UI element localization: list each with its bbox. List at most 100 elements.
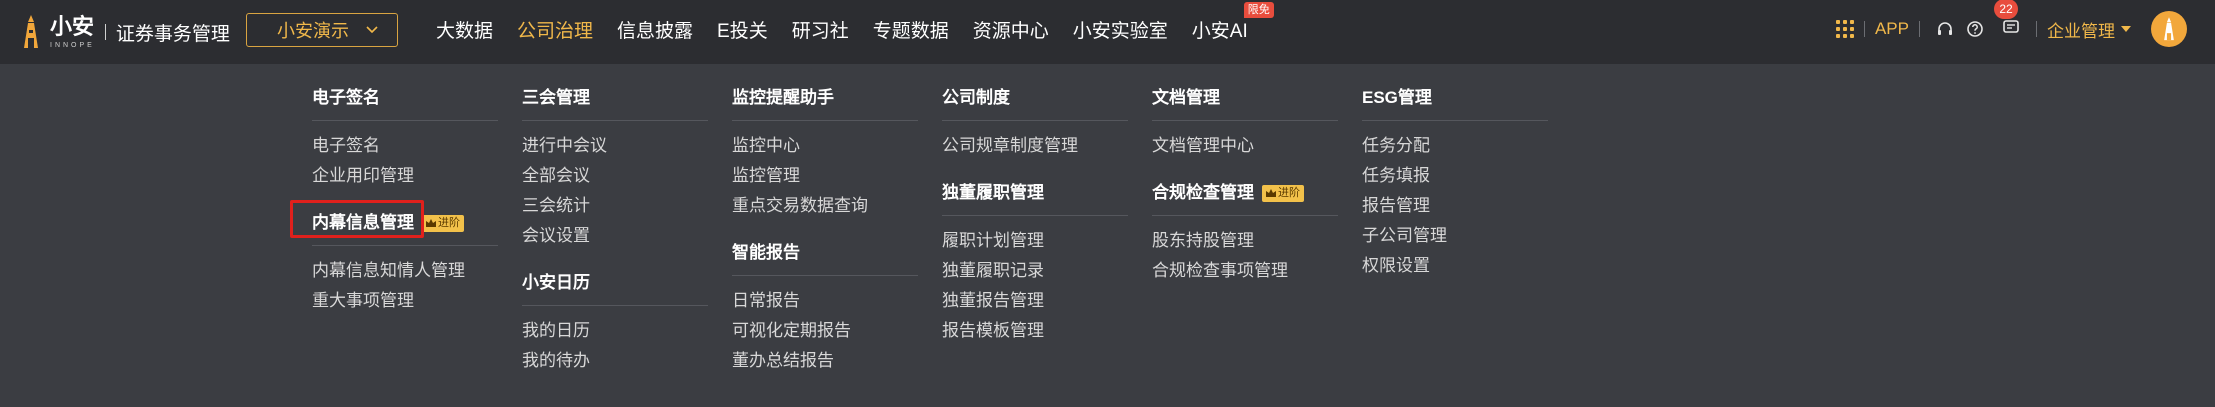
- menu-link-ongoing-meetings[interactable]: 进行中会议: [522, 131, 712, 161]
- menu-link-duty-records[interactable]: 独董履职记录: [942, 256, 1132, 286]
- group-title-company-rules: 公司制度: [942, 88, 1010, 107]
- group-divider: [312, 245, 498, 246]
- menu-link-monitor-center[interactable]: 监控中心: [732, 131, 922, 161]
- enterprise-menu[interactable]: 企业管理: [2047, 17, 2131, 42]
- menu-link-major-events[interactable]: 重大事项管理: [312, 286, 502, 316]
- menu-link-my-todos[interactable]: 我的待办: [522, 346, 712, 376]
- menu-link-task-assignment[interactable]: 任务分配: [1362, 131, 1552, 161]
- pro-tag-label: 进阶: [1278, 187, 1300, 199]
- group-title-compliance-check-label: 合规检查管理: [1152, 183, 1254, 202]
- group-divider: [1152, 215, 1338, 216]
- menu-link-report-templates[interactable]: 报告模板管理: [942, 316, 1132, 346]
- menu-link-document-center[interactable]: 文档管理中心: [1152, 131, 1342, 161]
- crown-icon: [426, 219, 436, 227]
- tool-divider: [2036, 21, 2037, 37]
- menu-column-6: ESG管理 任务分配 任务填报 报告管理 子公司管理 权限设置: [1362, 84, 1552, 281]
- menu-link-permission-settings[interactable]: 权限设置: [1362, 251, 1552, 281]
- highlight-box: [290, 200, 424, 238]
- menu-link-e-signature[interactable]: 电子签名: [312, 131, 502, 161]
- menu-link-all-meetings[interactable]: 全部会议: [522, 161, 712, 191]
- menu-link-rules-management[interactable]: 公司规章制度管理: [942, 131, 1132, 161]
- nav-item-lab[interactable]: 小安实验室: [1073, 16, 1168, 43]
- menu-link-daily-report[interactable]: 日常报告: [732, 286, 922, 316]
- menu-link-director-reports[interactable]: 独董报告管理: [942, 286, 1132, 316]
- nav-item-big-data[interactable]: 大数据: [436, 16, 493, 43]
- crown-icon: [1266, 189, 1276, 197]
- group-divider: [522, 120, 708, 121]
- group-title-compliance-check[interactable]: 合规检查管理 进阶: [1152, 179, 1342, 207]
- group-title-monitoring: 监控提醒助手: [732, 88, 834, 107]
- logo-tower-icon: [24, 15, 38, 48]
- menu-link-board-office-summary[interactable]: 董办总结报告: [732, 346, 922, 376]
- logo[interactable]: 小安 INNOPE 证券事务管理: [18, 12, 230, 52]
- pro-tag: 进阶: [1262, 184, 1304, 202]
- message-icon: [2003, 19, 2019, 33]
- system-title: 证券事务管理: [115, 23, 230, 45]
- group-title-meeting-management: 三会管理: [522, 88, 590, 107]
- main-nav: 大数据 公司治理 信息披露 E投关 研习社 专题数据 资源中心 小安实验室 小安…: [436, 0, 1274, 58]
- menu-link-key-trade-query[interactable]: 重点交易数据查询: [732, 191, 922, 221]
- caret-down-icon: [2121, 26, 2131, 32]
- company-select[interactable]: 小安演示: [246, 13, 398, 47]
- headset-icon[interactable]: [1936, 20, 1954, 38]
- avatar[interactable]: [2151, 11, 2187, 47]
- logo-divider: [104, 24, 106, 40]
- group-divider: [1362, 120, 1548, 121]
- menu-link-meeting-settings[interactable]: 会议设置: [522, 221, 712, 251]
- top-navigation-bar: 小安 INNOPE 证券事务管理 小安演示 大数据 公司治理 信息披露 E投关 …: [0, 0, 2215, 64]
- tool-divider: [1863, 21, 1865, 37]
- message-count-badge: 22: [1994, 0, 2018, 19]
- chevron-down-icon: [366, 26, 378, 34]
- menu-link-visual-periodic-report[interactable]: 可视化定期报告: [732, 316, 922, 346]
- nav-item-study-club[interactable]: 研习社: [792, 16, 849, 43]
- pro-tag-label: 进阶: [438, 217, 460, 229]
- menu-column-4: 公司制度 公司规章制度管理 独董履职管理 履职计划管理 独董履职记录 独董报告管…: [942, 84, 1132, 346]
- menu-link-subsidiary-management[interactable]: 子公司管理: [1362, 221, 1552, 251]
- group-title-calendar: 小安日历: [522, 273, 590, 292]
- nav-item-resource-center[interactable]: 资源中心: [973, 16, 1049, 43]
- menu-link-report-management[interactable]: 报告管理: [1362, 191, 1552, 221]
- menu-link-seal-management[interactable]: 企业用印管理: [312, 161, 502, 191]
- group-title-esg: ESG管理: [1362, 88, 1432, 107]
- nav-item-ai[interactable]: 小安AI 限免: [1191, 1, 1274, 43]
- menu-link-duty-plan[interactable]: 履职计划管理: [942, 226, 1132, 256]
- corporate-governance-menu: 电子签名 电子签名 企业用印管理 内幕信息管理 进阶 内幕信息知情人管理 重大事…: [0, 64, 2215, 407]
- nav-item-ai-label: 小安AI: [1191, 20, 1248, 42]
- company-select-value: 小安演示: [277, 21, 349, 41]
- group-divider: [942, 215, 1128, 216]
- pro-tag: 进阶: [422, 214, 464, 232]
- menu-link-compliance-items[interactable]: 合规检查事项管理: [1152, 256, 1342, 286]
- menu-column-2: 三会管理 进行中会议 全部会议 三会统计 会议设置 小安日历 我的日历 我的待办: [522, 84, 712, 376]
- group-divider: [1152, 120, 1338, 121]
- help-icon[interactable]: [1966, 20, 1984, 38]
- app-download-link[interactable]: APP: [1875, 19, 1909, 39]
- menu-link-insider-persons[interactable]: 内幕信息知情人管理: [312, 256, 502, 286]
- menu-link-my-calendar[interactable]: 我的日历: [522, 316, 712, 346]
- apps-grid-icon[interactable]: [1835, 20, 1854, 38]
- menu-column-3: 监控提醒助手 监控中心 监控管理 重点交易数据查询 智能报告 日常报告 可视化定…: [732, 84, 922, 376]
- logo-subtitle: INNOPE: [50, 41, 95, 49]
- nav-item-corporate-governance[interactable]: 公司治理: [517, 16, 593, 43]
- group-divider: [312, 120, 498, 121]
- menu-link-monitor-management[interactable]: 监控管理: [732, 161, 922, 191]
- group-title-independent-director: 独董履职管理: [942, 183, 1044, 202]
- messages-button[interactable]: 22: [1994, 0, 2026, 41]
- group-title-smart-reports: 智能报告: [732, 243, 800, 262]
- enterprise-menu-label: 企业管理: [2047, 21, 2115, 41]
- menu-column-5: 文档管理 文档管理中心 合规检查管理 进阶 股东持股管理 合规检查事项管理: [1152, 84, 1342, 286]
- nav-item-topic-data[interactable]: 专题数据: [873, 16, 949, 43]
- nav-item-e-ir[interactable]: E投关: [717, 16, 768, 43]
- menu-link-meeting-stats[interactable]: 三会统计: [522, 191, 712, 221]
- menu-link-shareholding[interactable]: 股东持股管理: [1152, 226, 1342, 256]
- group-divider: [942, 120, 1128, 121]
- group-title-e-signature: 电子签名: [312, 88, 380, 107]
- group-title-document-management: 文档管理: [1152, 88, 1220, 107]
- logo-name: 小安: [50, 13, 95, 39]
- nav-item-disclosure[interactable]: 信息披露: [617, 16, 693, 43]
- group-divider: [732, 120, 918, 121]
- menu-link-task-filling[interactable]: 任务填报: [1362, 161, 1552, 191]
- logo-text: 小安 INNOPE: [50, 13, 95, 50]
- avatar-tower-icon: [2164, 17, 2174, 41]
- free-badge: 限免: [1243, 1, 1274, 18]
- header-tools: APP 22 企业管理: [1835, 0, 2215, 58]
